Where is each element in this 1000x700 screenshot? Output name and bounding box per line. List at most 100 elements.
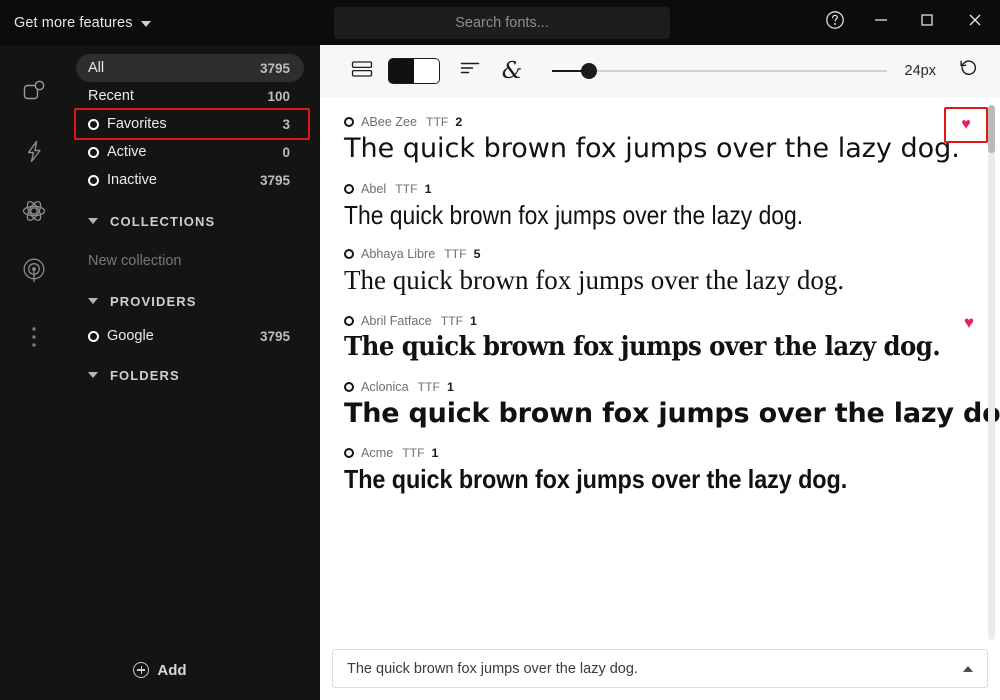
font-activate-toggle-icon[interactable] [344,117,354,127]
font-name: Abhaya Libre [361,247,436,262]
atom-icon [21,198,47,224]
section-folders[interactable]: FOLDERS [76,362,304,388]
provider-item-google[interactable]: Google 3795 [76,322,304,350]
reset-button[interactable] [950,53,986,89]
sidebar-item-inactive-label: Inactive [107,172,157,188]
ampersand-button[interactable]: & [494,53,530,89]
font-row-meta: ABee Zee TTF 2 [344,115,944,129]
add-button-label: Add [157,661,187,679]
new-collection-item[interactable]: New collection [76,248,304,274]
font-row-meta: Abhaya Libre TTF 5 [344,247,944,261]
font-format: TTF [444,247,467,262]
font-name: ABee Zee [361,115,418,129]
close-icon [966,11,984,34]
rail-item-sync[interactable] [10,241,58,301]
rail-item-activate[interactable] [10,121,58,181]
sidebar-item-all[interactable]: All 3795 [76,54,304,82]
text-align-button[interactable] [452,53,488,89]
section-providers-title: PROVIDERS [110,293,197,309]
maximize-button[interactable] [904,0,950,45]
sidebar-item-favorites[interactable]: Favorites 3 [76,110,304,138]
caret-up-icon[interactable] [963,665,973,672]
rail-item-fonts[interactable] [10,61,58,121]
font-size-slider[interactable] [552,53,887,89]
font-variant-count: 1 [431,446,439,461]
list-view-button[interactable] [344,53,380,89]
search-input[interactable]: Search fonts... [334,6,670,39]
provider-item-google-label: Google [107,328,154,344]
add-button[interactable]: Add [0,640,320,700]
font-format: TTF [395,181,418,196]
slider-track [552,70,887,72]
right-side: Search fonts... & 24px ABee Zee TTF 2 Th… [320,0,1000,700]
sidebar-item-recent[interactable]: Recent 100 [76,82,304,110]
view-toolbar: & 24px [320,45,1000,97]
font-row-meta: Aclonica TTF 1 [344,380,944,394]
reset-rotate-left-icon [958,58,979,84]
preview-bar: The quick brown fox jumps over the lazy … [320,644,1000,700]
font-list-inner: ABee Zee TTF 2 The quick brown fox jumps ov… [320,97,1000,506]
search-placeholder: Search fonts... [455,14,549,31]
font-activate-toggle-icon[interactable] [344,249,354,260]
vertical-scrollbar[interactable] [988,105,995,640]
font-row[interactable]: Aclonica TTF 1 The quick brown fox jumps ov… [320,374,1000,441]
close-button[interactable] [950,0,1000,45]
left-panel: Get more features All 3795 Recent 100 Fa… [0,0,320,700]
font-format: TTF [402,446,425,461]
preview-text-input[interactable]: The quick brown fox jumps over the lazy … [332,649,988,688]
font-sample-text: The quick brown fox jumps over the lazy … [344,133,960,164]
help-circle-icon [825,10,845,35]
font-activate-toggle-icon[interactable] [344,381,354,392]
font-row[interactable]: Acme TTF 1 The quick brown fox jumps over t… [320,440,1000,506]
font-format: TTF [417,379,440,394]
get-more-features-bar[interactable]: Get more features [0,0,320,45]
sidebar-item-active[interactable]: Active 0 [76,138,304,166]
font-row-meta: Acme TTF 1 [344,446,944,460]
provider-item-google-count: 3795 [259,328,290,344]
caret-down-icon [88,298,98,304]
ampersand-glyph-icon: & [501,57,523,84]
rail-item-playground[interactable] [10,181,58,241]
font-manager-window: Get more features All 3795 Recent 100 Fa… [0,0,1000,700]
minimize-button[interactable] [858,0,904,45]
circle-ring-icon [88,174,99,186]
section-collections[interactable]: COLLECTIONS [76,208,304,234]
heart-icon[interactable]: ♥ [964,314,974,331]
font-list: ABee Zee TTF 2 The quick brown fox jumps ov… [320,97,1000,644]
minimize-icon [872,11,890,34]
font-activate-toggle-icon[interactable] [344,316,354,326]
scrollbar-thumb[interactable] [988,105,995,153]
font-variant-count: 5 [473,247,481,262]
font-row-meta: Abril Fatface TTF 1 [344,314,944,328]
left-body: All 3795 Recent 100 Favorites 3 Active 0… [0,45,320,640]
section-providers[interactable]: PROVIDERS [76,288,304,314]
icon-rail [0,45,68,640]
title-bar: Search fonts... [320,0,1000,45]
font-row[interactable]: Abel TTF 1 The quick brown fox jumps over t… [320,176,1000,242]
sidebar-item-recent-label: Recent [88,88,134,104]
help-button[interactable] [812,0,858,45]
sidebar-item-inactive-count: 3795 [259,172,290,188]
preview-text-value: The quick brown fox jumps over the lazy … [347,660,638,677]
sidebar-item-recent-count: 100 [267,88,290,104]
plus-circle-icon [133,662,150,678]
font-row[interactable]: Abhaya Libre TTF 5 The quick brown fox jump… [320,241,1000,308]
sidebar-item-favorites-count: 3 [282,116,290,132]
more-vertical-icon[interactable] [10,307,58,367]
circle-ring-icon [88,330,99,342]
font-activate-toggle-icon[interactable] [344,183,354,194]
font-row[interactable]: Abril Fatface TTF 1 The quick brown fox jum… [320,308,1000,374]
toggle-black-half [389,59,414,83]
font-row[interactable]: ABee Zee TTF 2 The quick brown fox jumps ov… [320,107,1000,176]
font-activate-toggle-icon[interactable] [344,448,354,459]
heart-icon: ♥ [961,116,971,133]
favorite-heart-button[interactable]: ♥ [944,107,988,143]
section-folders-title: FOLDERS [110,367,180,383]
font-sample-text: The quick brown fox jumps over the lazy … [344,464,848,495]
black-white-toggle-icon[interactable] [388,58,440,84]
font-format: TTF [426,115,449,129]
sidebar-item-all-label: All [88,60,105,76]
sidebar-item-inactive[interactable]: Inactive 3795 [76,166,304,194]
chevron-down-icon[interactable] [140,20,151,27]
slider-thumb[interactable] [580,63,597,79]
